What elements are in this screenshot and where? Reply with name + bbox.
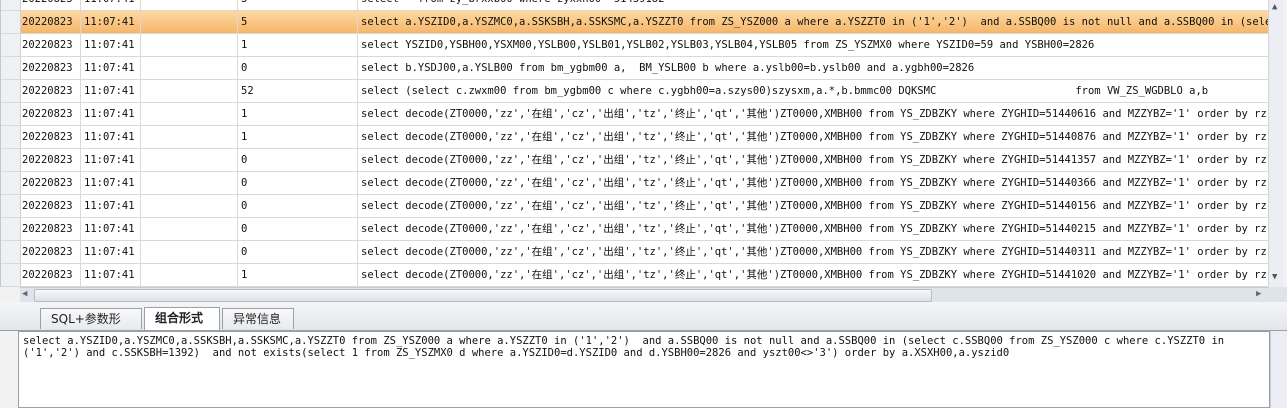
cell-date: 20220823 bbox=[1, 149, 81, 171]
cell-time: 11:07:41 bbox=[81, 57, 141, 79]
cell-sql: select decode(ZT0000,'zz','在组','cz','出组'… bbox=[361, 246, 1269, 258]
cell-time: 11:07:41 bbox=[81, 172, 141, 194]
sql-log-grid[interactable]: 2022082311:07:413select * from zy_brxxb0… bbox=[0, 0, 1269, 287]
cell-row-count: 0 bbox=[238, 149, 358, 171]
cell-row-count: 0 bbox=[238, 172, 358, 194]
scroll-corner bbox=[1268, 287, 1287, 302]
cell-time: 11:07:41 bbox=[81, 195, 141, 217]
table-row[interactable]: 20220823 11:07:41 0 select decode(ZT0000,'z… bbox=[1, 172, 1269, 195]
cell-empty bbox=[141, 195, 238, 217]
cell-time: 11:07:41 bbox=[81, 103, 141, 125]
cell-date: 20220823 bbox=[1, 34, 81, 56]
cell-time: 11:07:41 bbox=[81, 126, 141, 148]
cell-row-count: 1 bbox=[238, 34, 358, 56]
sql-detail-textarea[interactable]: select a.YSZID0,a.YSZMC0,a.SSKSBH,a.SSKS… bbox=[18, 331, 1270, 408]
table-row[interactable]: 2022082311:07:41 3select * from zy_brxxb0… bbox=[1, 0, 1269, 11]
cell-sql: select a.YSZID0,a.YSZMC0,a.SSKSBH,a.SSKS… bbox=[361, 16, 1269, 28]
cell-row-count: 5 bbox=[238, 11, 358, 33]
cell-row-count: 1 bbox=[238, 103, 358, 125]
cell-empty bbox=[141, 241, 238, 263]
cell-row-count: 3 bbox=[238, 0, 358, 10]
tab-exceptions[interactable]: 异常信息 bbox=[222, 308, 294, 329]
detail-tab-strip: SQL+参数形式 组合形式 异常信息 bbox=[0, 302, 1287, 346]
table-row[interactable]: 20220823 11:07:41 1 select decode(ZT0000,'z… bbox=[1, 264, 1269, 287]
arrow-right-icon[interactable]: ▶ bbox=[1256, 288, 1261, 301]
detail-vertical-scrollbar[interactable] bbox=[1270, 331, 1287, 408]
cell-time: 11:07:41 bbox=[81, 149, 141, 171]
cell-empty bbox=[141, 103, 238, 125]
cell-date: 20220823 bbox=[1, 103, 81, 125]
cell-date: 20220823 bbox=[1, 11, 81, 33]
cell-sql: select decode(ZT0000,'zz','在组','cz','出组'… bbox=[361, 223, 1269, 235]
cell-date: 20220823 bbox=[1, 241, 81, 263]
cell-time: 11:07:41 bbox=[81, 264, 141, 286]
cell-time: 11:07:41 bbox=[81, 0, 141, 10]
table-row[interactable]: 20220823 11:07:41 1 select decode(ZT0000,'z… bbox=[1, 103, 1269, 126]
cell-empty bbox=[141, 0, 238, 10]
arrow-left-icon[interactable]: ◀ bbox=[22, 288, 27, 301]
cell-sql: select decode(ZT0000,'zz','在组','cz','出组'… bbox=[361, 154, 1269, 166]
grid-vertical-scrollbar[interactable]: ▲ ▼ bbox=[1268, 0, 1284, 287]
cell-sql: select decode(ZT0000,'zz','在组','cz','出组'… bbox=[361, 269, 1269, 281]
grid-horizontal-scrollbar[interactable]: ◀ ▶ bbox=[20, 287, 1268, 302]
cell-sql: select b.YSDJ00,a.YSLB00 from bm_ygbm00 … bbox=[361, 62, 975, 74]
table-row[interactable]: 20220823 11:07:41 0 select decode(ZT0000,'z… bbox=[1, 149, 1269, 172]
cell-empty bbox=[141, 34, 238, 56]
cell-date: 20220823 bbox=[1, 195, 81, 217]
cell-sql: select decode(ZT0000,'zz','在组','cz','出组'… bbox=[361, 200, 1269, 212]
cell-row-count: 0 bbox=[238, 195, 358, 217]
cell-time: 11:07:41 bbox=[81, 80, 141, 102]
cell-empty bbox=[141, 80, 238, 102]
table-row[interactable]: 20220823 11:07:41 0 select decode(ZT0000,'z… bbox=[1, 218, 1269, 241]
cell-empty bbox=[141, 57, 238, 79]
cell-empty bbox=[141, 172, 238, 194]
cell-date: 20220823 bbox=[1, 0, 81, 10]
table-row[interactable]: 20220823 11:07:41 0 select decode(ZT0000,'z… bbox=[1, 241, 1269, 264]
horizontal-scroll-thumb[interactable] bbox=[34, 289, 932, 302]
cell-sql: select * from zy_brxxb00 where zyxxh00= … bbox=[358, 0, 1269, 10]
table-row[interactable]: 20220823 11:07:41 5 select a.YSZID0,a.YSZMC… bbox=[1, 11, 1269, 34]
cell-row-count: 0 bbox=[238, 218, 358, 240]
cell-time: 11:07:41 bbox=[81, 218, 141, 240]
cell-sql: select decode(ZT0000,'zz','在组','cz','出组'… bbox=[361, 108, 1269, 120]
cell-row-count: 1 bbox=[238, 126, 358, 148]
cell-sql: select YSZID0,YSBH00,YSXM00,YSLB00,YSLB0… bbox=[361, 39, 1095, 51]
table-row[interactable]: 20220823 11:07:41 0 select decode(ZT0000,'z… bbox=[1, 195, 1269, 218]
cell-date: 20220823 bbox=[1, 80, 81, 102]
cell-date: 20220823 bbox=[1, 218, 81, 240]
cell-sql: select decode(ZT0000,'zz','在组','cz','出组'… bbox=[361, 177, 1269, 189]
cell-time: 11:07:41 bbox=[81, 34, 141, 56]
cell-empty bbox=[141, 218, 238, 240]
cell-sql: select decode(ZT0000,'zz','在组','cz','出组'… bbox=[361, 131, 1269, 143]
arrow-down-icon[interactable]: ▼ bbox=[1272, 272, 1277, 282]
cell-row-count: 1 bbox=[238, 264, 358, 286]
cell-row-count: 0 bbox=[238, 241, 358, 263]
cell-row-count: 0 bbox=[238, 57, 358, 79]
cell-time: 11:07:41 bbox=[81, 241, 141, 263]
cell-date: 20220823 bbox=[1, 172, 81, 194]
cell-date: 20220823 bbox=[1, 264, 81, 286]
cell-date: 20220823 bbox=[1, 57, 81, 79]
cell-sql: select (select c.zwxm00 from bm_ygbm00 c… bbox=[361, 85, 1209, 97]
table-row[interactable]: 20220823 11:07:41 1 select YSZID0,YSBH00,YS… bbox=[1, 34, 1269, 57]
table-row[interactable]: 20220823 11:07:41 0 select b.YSDJ00,a.YSLB0… bbox=[1, 57, 1269, 80]
cell-empty bbox=[141, 126, 238, 148]
table-row[interactable]: 20220823 11:07:41 52 select (select c.zwxm0… bbox=[1, 80, 1269, 103]
tab-sql-params[interactable]: SQL+参数形式 bbox=[40, 308, 142, 346]
cell-row-count: 52 bbox=[238, 80, 358, 102]
arrow-up-icon[interactable]: ▲ bbox=[1272, 2, 1277, 12]
tab-combined[interactable]: 组合形式 bbox=[144, 307, 220, 330]
cell-time: 11:07:41 bbox=[81, 11, 141, 33]
cell-empty bbox=[141, 11, 238, 33]
cell-date: 20220823 bbox=[1, 126, 81, 148]
cell-empty bbox=[141, 149, 238, 171]
table-row[interactable]: 20220823 11:07:41 1 select decode(ZT0000,'z… bbox=[1, 126, 1269, 149]
cell-empty bbox=[141, 264, 238, 286]
